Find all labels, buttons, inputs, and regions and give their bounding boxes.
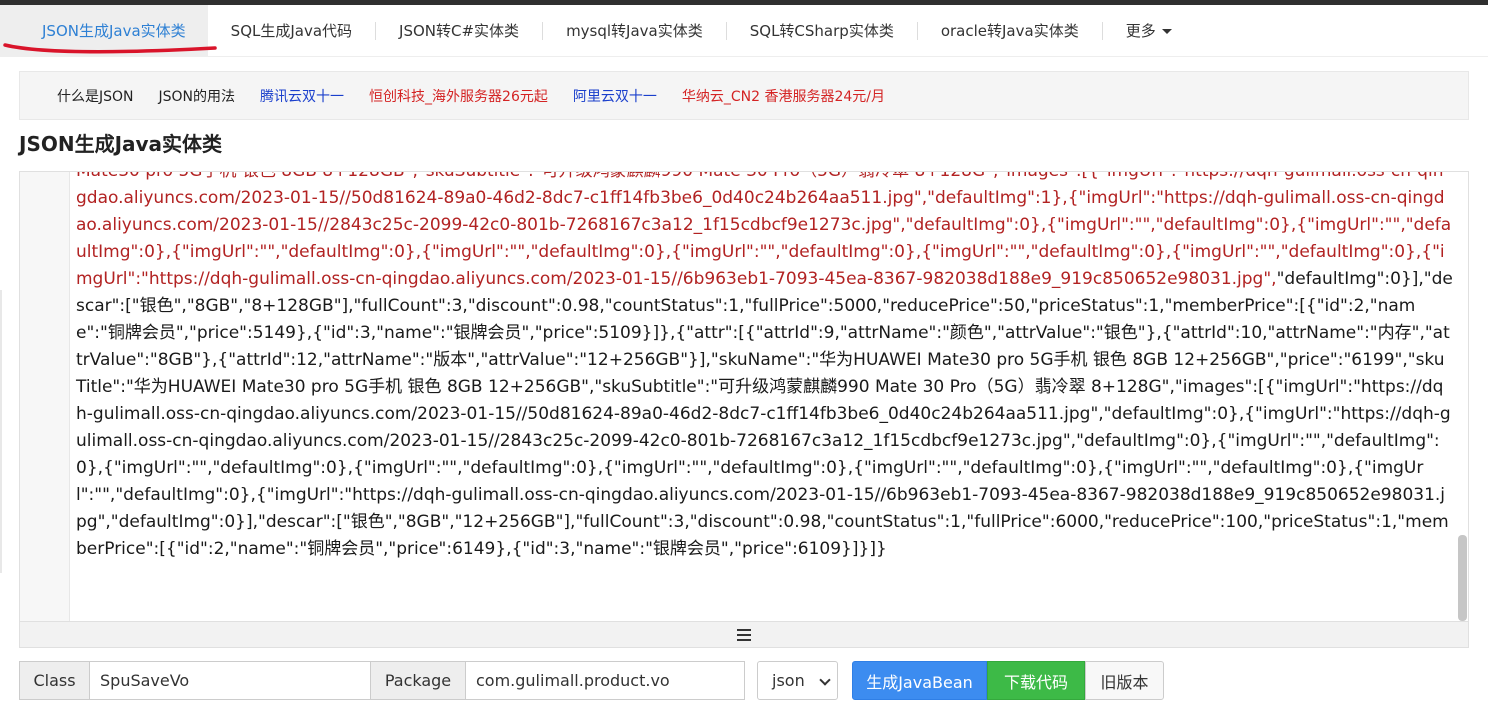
old-version-button[interactable]: 旧版本: [1085, 661, 1164, 700]
page-title: JSON生成Java实体类: [19, 132, 223, 156]
editor-scrollbar[interactable]: [1458, 535, 1467, 621]
link-hengchuang[interactable]: 恒创科技_海外服务器26元起: [369, 86, 548, 106]
tab-label: JSON生成Java实体类: [42, 22, 186, 40]
editor-gutter: [20, 172, 70, 621]
link-json-usage[interactable]: JSON的用法: [159, 86, 236, 106]
caret-down-icon: [1161, 29, 1172, 34]
tab-sql-to-csharp[interactable]: SQL转CSharp实体类: [727, 5, 917, 57]
editor-resize-handle[interactable]: [19, 622, 1469, 648]
generate-javabean-button[interactable]: 生成JavaBean: [852, 661, 987, 700]
link-what-is-json[interactable]: 什么是JSON: [57, 86, 134, 106]
link-huana-cloud[interactable]: 华纳云_CN2 香港服务器24元/月: [682, 86, 885, 106]
format-select[interactable]: json: [757, 661, 838, 700]
tool-tabs: JSON生成Java实体类 SQL生成Java代码 JSON转C#实体类 mys…: [0, 4, 1488, 57]
tab-label: 更多: [1125, 22, 1156, 40]
link-tencent-cloud[interactable]: 腾讯云双十一: [260, 86, 344, 106]
tab-label: SQL转CSharp实体类: [749, 22, 894, 40]
tab-sql-to-java[interactable]: SQL生成Java代码: [208, 5, 375, 57]
tab-label: SQL生成Java代码: [230, 22, 353, 40]
code-text-highlighted: Mate30 pro 5G手机 银色 8GB 8+128GB","skuSubt…: [76, 171, 1452, 289]
package-input[interactable]: com.gulimall.product.vo: [466, 661, 745, 700]
hamburger-icon: [737, 628, 751, 641]
code-text: "defaultImg":0}],"descar":["银色","8GB","8…: [76, 269, 1453, 559]
class-label: Class: [19, 661, 90, 700]
json-input-editor[interactable]: Mate30 pro 5G手机 银色 8GB 8+128GB","skuSubt…: [19, 171, 1469, 622]
tab-label: mysql转Java实体类: [566, 22, 703, 40]
class-package-form: Class SpuSaveVo Package com.gulimall.pro…: [19, 661, 745, 700]
package-label: Package: [371, 661, 466, 700]
class-name-input[interactable]: SpuSaveVo: [90, 661, 371, 700]
left-edge-divider: [0, 290, 2, 573]
promo-links-bar: 什么是JSON JSON的用法 腾讯云双十一 恒创科技_海外服务器26元起 阿里…: [19, 71, 1469, 120]
chevron-down-icon: [819, 674, 831, 686]
tab-label: JSON转C#实体类: [399, 22, 520, 40]
format-selected-value: json: [772, 671, 805, 690]
link-aliyun[interactable]: 阿里云双十一: [573, 86, 657, 106]
download-code-button[interactable]: 下载代码: [987, 661, 1085, 700]
red-underline-annotation: [3, 43, 217, 54]
editor-code[interactable]: Mate30 pro 5G手机 银色 8GB 8+128GB","skuSubt…: [76, 171, 1454, 563]
tab-label: oracle转Java实体类: [940, 22, 1079, 40]
tab-mysql-to-java[interactable]: mysql转Java实体类: [543, 5, 726, 57]
tab-more-dropdown[interactable]: 更多: [1103, 5, 1195, 57]
tab-json-to-csharp[interactable]: JSON转C#实体类: [376, 5, 542, 57]
tab-oracle-to-java[interactable]: oracle转Java实体类: [918, 5, 1102, 57]
